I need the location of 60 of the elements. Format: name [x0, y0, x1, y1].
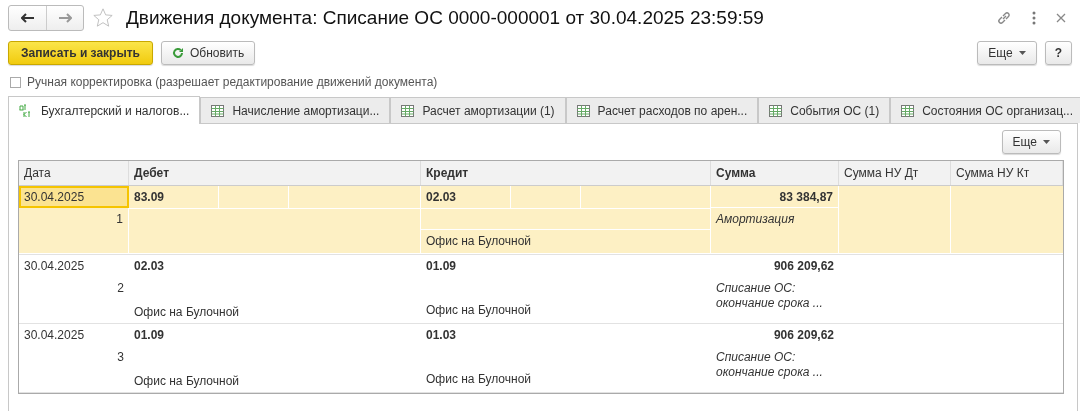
table-cell: Амортизация [711, 208, 839, 254]
table-cell-text: 01.03 [425, 327, 458, 344]
table-icon [769, 104, 783, 117]
table-cell-text: Офис на Булочной [133, 373, 241, 390]
table-cell-text: Офис на Булочной [133, 304, 241, 321]
checkbox[interactable] [10, 76, 21, 88]
column-header[interactable]: Сумма НУ Дт [839, 161, 951, 185]
column-header[interactable]: Кредит [421, 161, 711, 185]
table-cell: 30.04.2025 [19, 186, 129, 208]
tab[interactable]: Бухгалтерский и налогов... [8, 96, 201, 124]
table-cell-text: Офис на Булочной [425, 371, 533, 388]
debit-credit-icon [19, 103, 33, 118]
table-cell-text: 01.09 [133, 327, 166, 344]
table-icon [401, 104, 415, 117]
table-cell: 1 [19, 208, 129, 254]
save-and-close-button[interactable]: Записать и закрыть [8, 41, 153, 65]
column-header[interactable]: Сумма НУ Кт [951, 161, 1063, 185]
back-arrow-icon [20, 13, 35, 23]
table-cell-text: Списание ОС: окончание срока ... [715, 280, 824, 312]
table-cell-text: 906 209,62 [772, 327, 835, 344]
table-cell-text: 30.04.2025 [23, 258, 86, 275]
window-title: Движения документа: Списание ОС 0000-000001 от 30.04.2025 23:59:59 [126, 7, 764, 29]
table-cell-text: Офис на Булочной [425, 302, 533, 319]
table-icon [901, 104, 915, 117]
more-button[interactable]: Еще [977, 41, 1037, 65]
table-row[interactable]: 30.04.2025 1 83.09 02.03 Офис на Булочной 83 384,87 Амортизация [19, 186, 1063, 255]
help-button[interactable]: ? [1044, 41, 1072, 65]
table-cell [219, 186, 289, 209]
table-row[interactable]: 30.04.2025 2 02.03 01.09 Офис на Булочной Офис на Булочной 906 209,62 Списание ОС: окончание срока ... [19, 255, 1063, 324]
table-cell-text: 30.04.2025 [23, 327, 86, 344]
table-cell-text: 906 209,62 [772, 258, 835, 275]
tab[interactable]: Расчет расходов по арен... [565, 97, 759, 123]
tab[interactable]: События ОС (1) [758, 97, 891, 123]
tab[interactable]: Состояния ОС организац... [890, 97, 1080, 123]
star-icon[interactable] [92, 7, 114, 29]
table-icon [576, 104, 590, 117]
tab[interactable]: Расчет амортизации (1) [390, 97, 566, 123]
caret-icon [1018, 51, 1026, 55]
table-cell: 83.09 [129, 186, 219, 209]
table-cell: 02.03 [421, 186, 511, 209]
column-header[interactable]: Дебет [129, 161, 421, 185]
tab[interactable]: Начисление амортизаци... [200, 97, 391, 123]
column-header[interactable]: Сумма [711, 161, 839, 185]
table-cell-text: 01.09 [425, 258, 458, 275]
refresh-button[interactable]: Обновить [160, 41, 256, 65]
more-button[interactable]: Еще [1001, 130, 1061, 154]
forward-arrow-icon [58, 13, 72, 23]
table-cell: Офис на Булочной [421, 230, 711, 254]
table-cell-text: Списание ОС: окончание срока ... [715, 349, 824, 381]
checkbox-label: Ручная корректировка (разрешает редактирование движений документа) [27, 75, 438, 89]
table-icon [211, 104, 225, 117]
table-cell-text: 02.03 [133, 258, 166, 275]
refresh-icon [171, 47, 184, 59]
caret-icon [1043, 140, 1050, 144]
table-cell [511, 186, 581, 209]
table-row[interactable]: 30.04.2025 3 01.09 01.03 Офис на Булочной Офис на Булочной 906 209,62 Списание ОС: окончание срока ... [19, 324, 1063, 393]
table-cell-text: 2 [116, 280, 125, 297]
column-header[interactable]: Дата [19, 161, 129, 185]
table-cell: 83 384,87 [711, 186, 839, 208]
table-cell-text: 3 [116, 349, 125, 366]
